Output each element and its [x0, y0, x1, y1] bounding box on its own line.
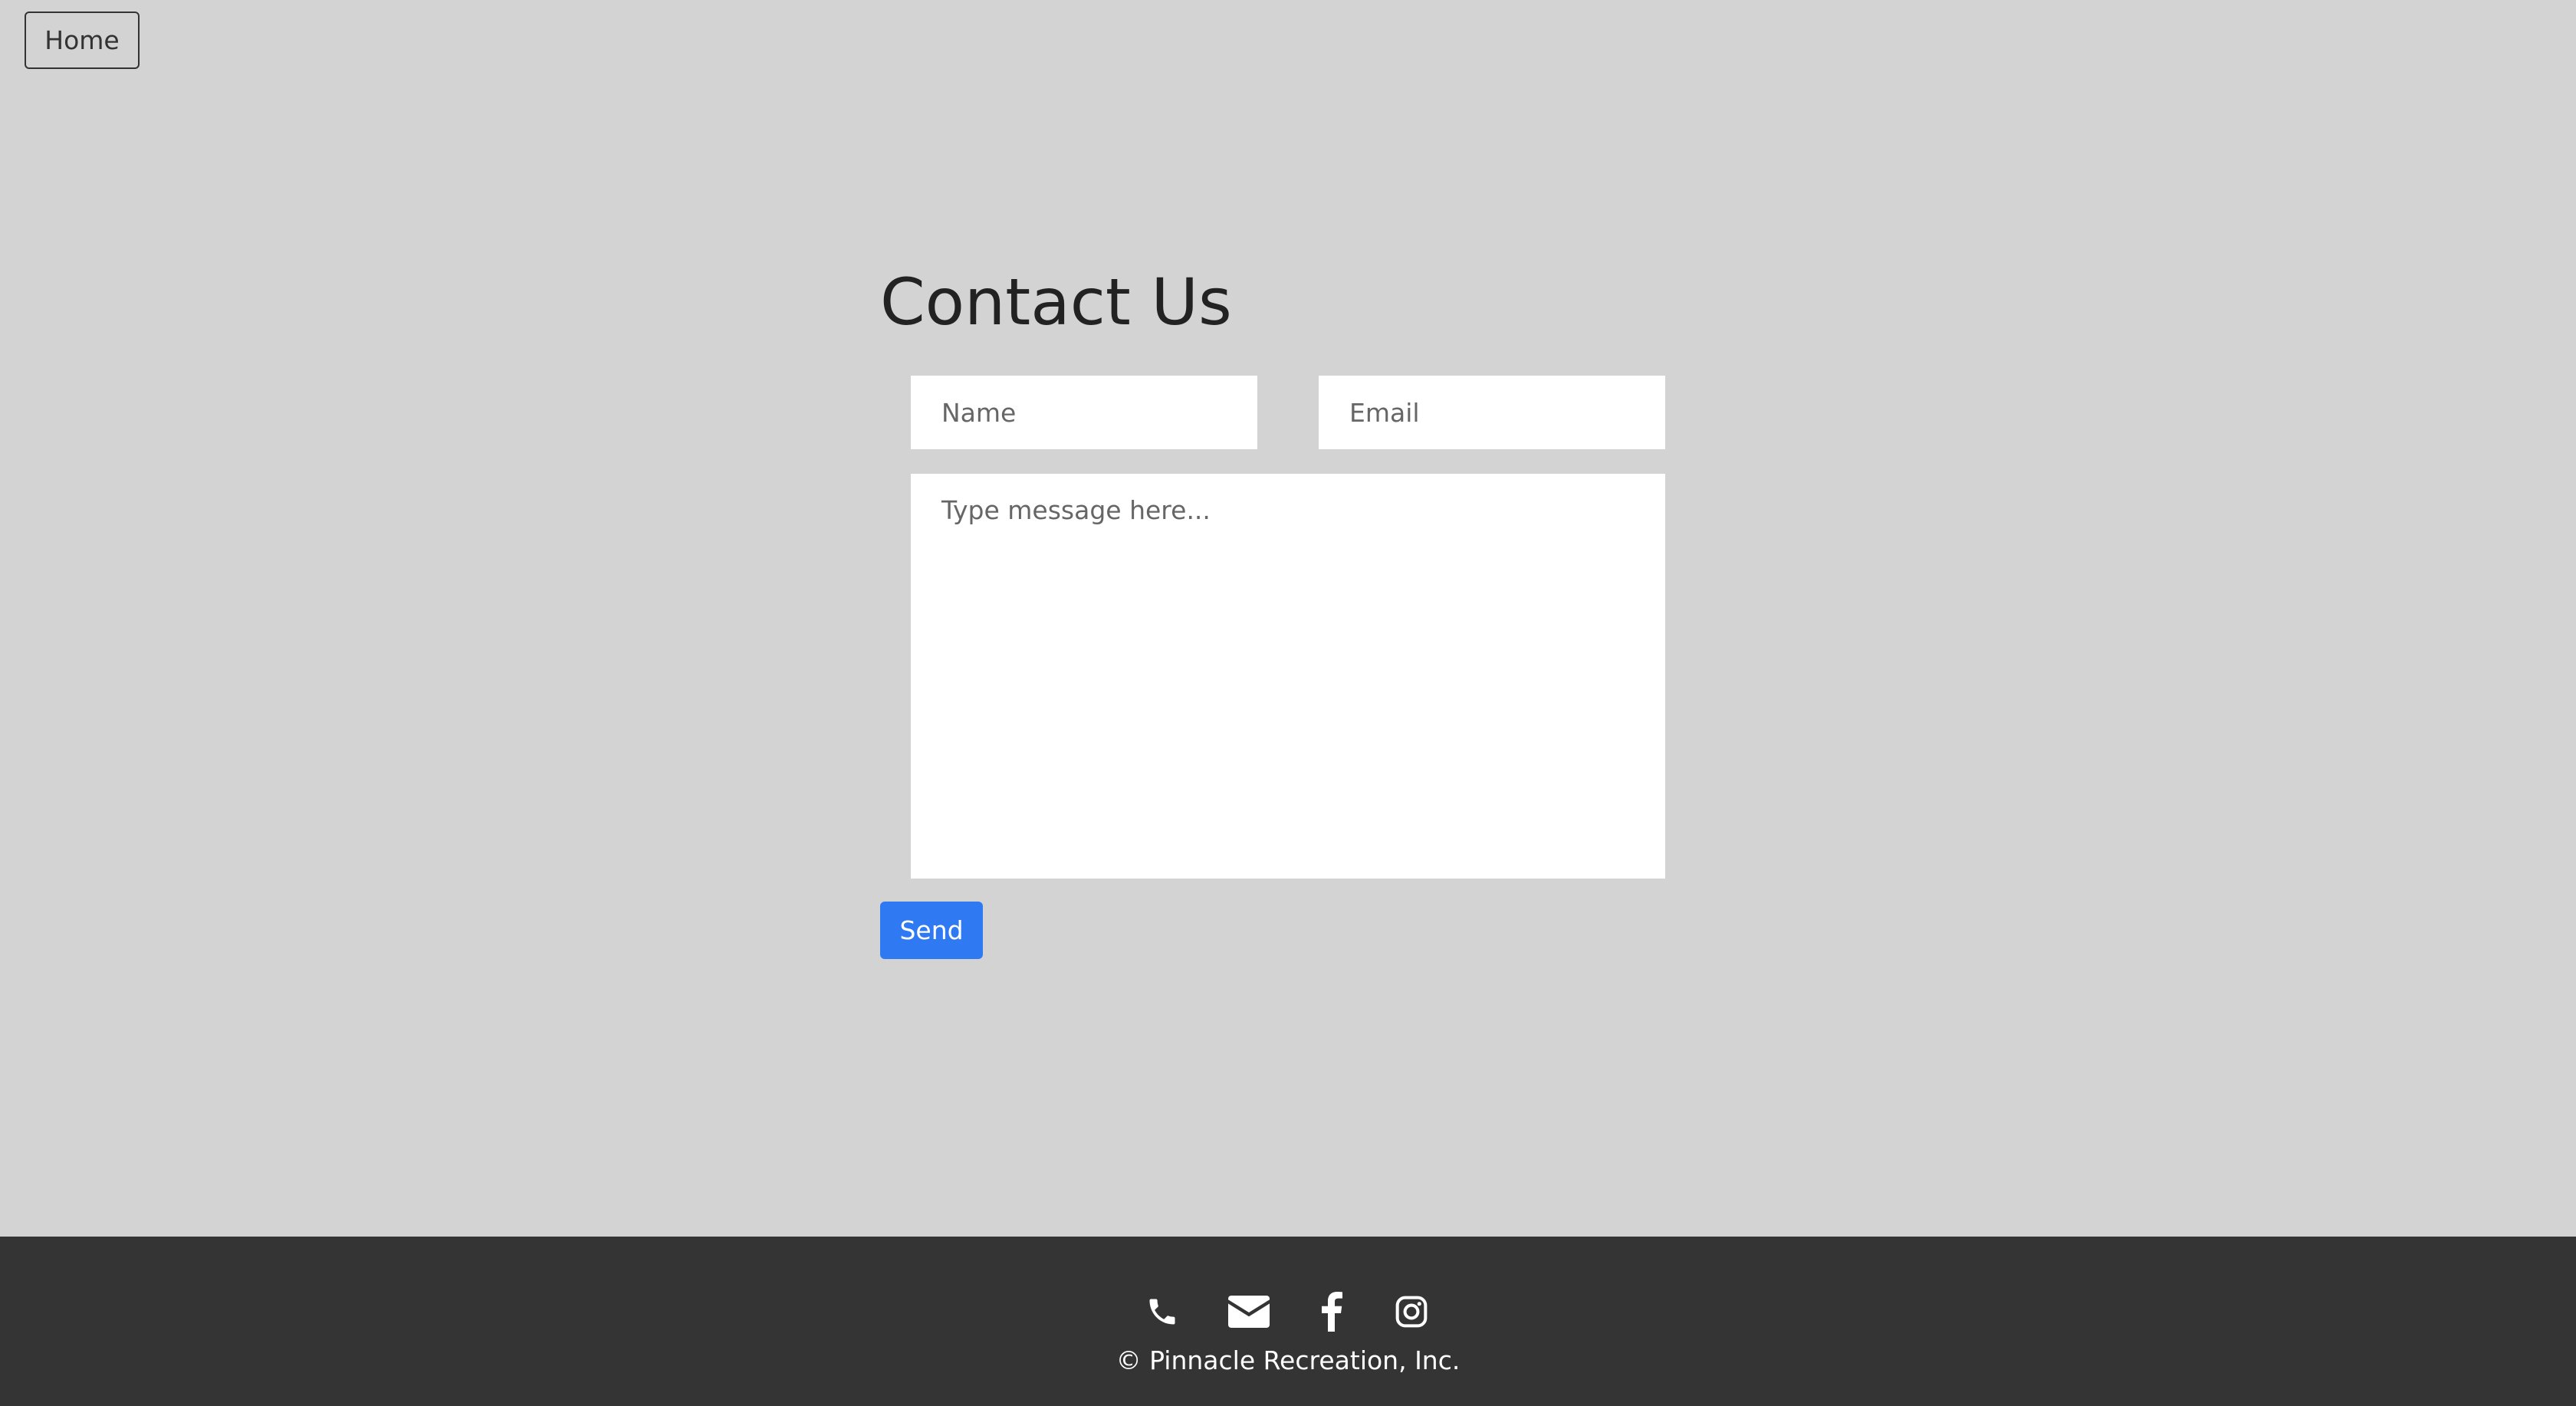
copyright-text: © Pinnacle Recreation, Inc.: [1116, 1345, 1460, 1375]
instagram-icon[interactable]: [1394, 1284, 1429, 1339]
message-placeholder: Type message here...: [941, 495, 1211, 525]
facebook-icon[interactable]: [1319, 1284, 1345, 1339]
envelope-icon[interactable]: [1227, 1284, 1271, 1339]
phone-icon-svg: [1149, 1299, 1175, 1325]
page-title: Contact Us: [880, 264, 1232, 340]
social-icons: [0, 1284, 2576, 1339]
name-input[interactable]: Name: [911, 376, 1257, 449]
phone-icon[interactable]: [1142, 1284, 1182, 1339]
send-button[interactable]: Send: [880, 902, 983, 959]
envelope-icon-svg: [1228, 1296, 1270, 1328]
message-textarea[interactable]: Type message here...: [911, 474, 1665, 879]
instagram-icon-svg: [1395, 1296, 1428, 1328]
name-placeholder: Name: [941, 397, 1017, 428]
home-button[interactable]: Home: [25, 11, 140, 69]
email-input[interactable]: Email: [1319, 376, 1665, 449]
footer: © Pinnacle Recreation, Inc.: [0, 1237, 2576, 1406]
facebook-icon-svg: [1322, 1292, 1342, 1332]
email-placeholder: Email: [1349, 397, 1420, 428]
